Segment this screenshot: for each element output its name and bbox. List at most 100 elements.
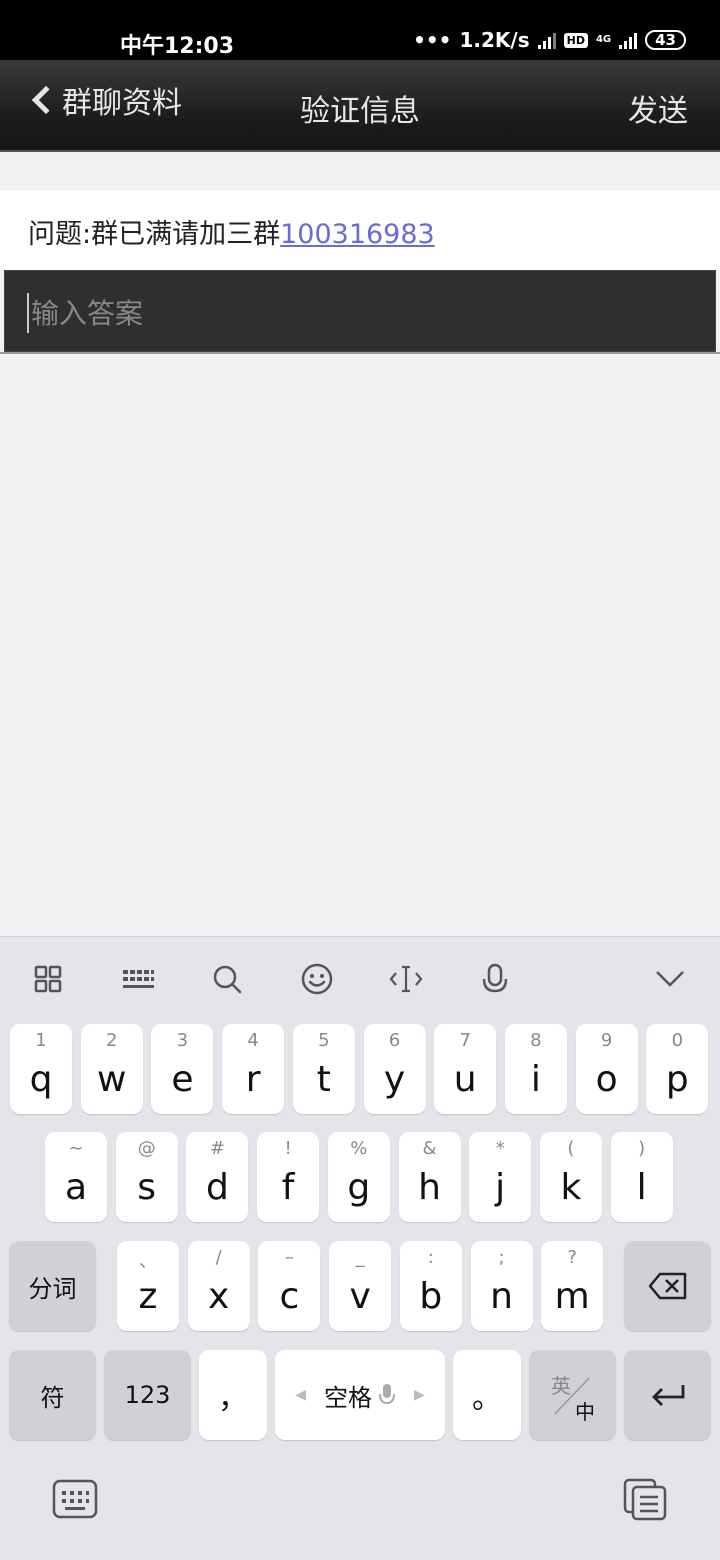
key-main-label: r — [245, 1059, 261, 1100]
key-m[interactable]: ? m — [541, 1241, 604, 1331]
key-sub-label: ? — [567, 1247, 577, 1268]
send-button[interactable]: 发送 — [628, 86, 688, 130]
key-o[interactable]: 9o — [575, 1024, 638, 1114]
key-main-label: t — [316, 1059, 331, 1100]
key-sub-label: / — [215, 1247, 222, 1268]
key-sub-label: – — [284, 1247, 294, 1268]
space-label: 空格 — [324, 1383, 372, 1412]
comma-label: ， — [218, 1381, 248, 1416]
key-j[interactable]: * j — [469, 1132, 532, 1222]
key-sub-label: 9 — [600, 1030, 613, 1051]
key-main-label: u — [453, 1059, 477, 1100]
key-c[interactable]: – c — [258, 1241, 321, 1331]
key-main-label: z — [138, 1276, 158, 1317]
backspace-icon — [648, 1272, 686, 1300]
key-sub-label: ~ — [68, 1138, 84, 1159]
collapse-chevron-icon[interactable] — [652, 961, 688, 997]
keyboard-switch-icon[interactable] — [52, 1479, 98, 1519]
key-sub-label: ; — [498, 1247, 505, 1268]
key-l[interactable]: ) l — [610, 1132, 673, 1222]
cursor-icon[interactable] — [388, 961, 424, 997]
key-main-label: x — [208, 1276, 230, 1317]
emoji-icon[interactable] — [299, 961, 335, 997]
enter-key[interactable] — [624, 1350, 711, 1440]
key-g[interactable]: % g — [327, 1132, 390, 1222]
symbol-key[interactable]: 符 — [9, 1350, 96, 1440]
enter-icon — [651, 1385, 684, 1406]
signal-4g-icon — [619, 31, 638, 49]
key-main-label: p — [665, 1059, 689, 1100]
key-sub-label: : — [427, 1247, 434, 1268]
lang-slash-icon — [554, 1377, 590, 1415]
microphone-icon[interactable] — [477, 961, 513, 997]
fenci-key[interactable]: 分词 — [9, 1241, 96, 1331]
space-mic-icon — [379, 1384, 395, 1405]
question-prefix: 问题:群已满请加三群 — [28, 219, 281, 250]
number-key[interactable]: 123 — [104, 1350, 191, 1440]
key-sub-label: 6 — [388, 1030, 401, 1051]
key-sub-label: @ — [137, 1138, 156, 1159]
key-y[interactable]: 6y — [363, 1024, 426, 1114]
apps-grid-icon[interactable] — [30, 961, 66, 997]
comma-key[interactable]: ， — [199, 1350, 267, 1440]
key-k[interactable]: (k — [539, 1132, 602, 1222]
signal-icon — [537, 31, 556, 49]
space-right-arrow-icon: ▶ — [414, 1387, 425, 1403]
key-sub-label: & — [422, 1138, 437, 1159]
key-sub-label: % — [350, 1138, 368, 1159]
key-sub-label: 8 — [530, 1030, 542, 1051]
group-number-link[interactable]: 100316983 — [280, 219, 435, 250]
key-main-label: s — [137, 1167, 157, 1208]
period-label: 。 — [472, 1381, 502, 1416]
keyboard-toolbar — [0, 937, 720, 1021]
key-e[interactable]: 3e — [151, 1024, 214, 1114]
key-i[interactable]: 8i — [504, 1024, 567, 1114]
fenci-label: 分词 — [28, 1274, 77, 1303]
key-h[interactable]: & h — [398, 1132, 461, 1222]
key-b[interactable]: :b — [399, 1241, 462, 1331]
key-main-label: g — [347, 1167, 371, 1208]
key-main-label: f — [281, 1167, 295, 1208]
key-z[interactable]: 、 z — [117, 1241, 179, 1331]
key-r[interactable]: 4r — [222, 1024, 285, 1114]
language-switch-key[interactable]: 英 中 — [529, 1350, 616, 1440]
key-main-label: q — [29, 1059, 53, 1100]
key-main-label: h — [418, 1167, 441, 1208]
key-main-label: m — [554, 1276, 590, 1317]
clipboard-icon[interactable] — [622, 1477, 668, 1521]
key-p[interactable]: 0p — [646, 1024, 709, 1114]
key-x[interactable]: / x — [187, 1241, 250, 1331]
key-sub-label: 3 — [176, 1030, 189, 1051]
keyboard-layout-icon[interactable] — [120, 961, 156, 997]
key-sub-label: 1 — [35, 1030, 47, 1051]
key-f[interactable]: ! f — [257, 1132, 320, 1222]
space-key[interactable]: ◀ 空格 ▶ — [275, 1350, 445, 1440]
key-sub-label: _ — [355, 1247, 365, 1268]
key-main-label: k — [560, 1167, 582, 1208]
key-u[interactable]: 7u — [434, 1024, 497, 1114]
key-main-label: b — [419, 1276, 443, 1317]
search-icon[interactable] — [209, 961, 245, 997]
key-main-label: a — [64, 1167, 88, 1208]
key-t[interactable]: 5t — [292, 1024, 355, 1114]
key-d[interactable]: # d — [186, 1132, 249, 1222]
answer-input[interactable] — [27, 293, 687, 333]
net-speed: 1.2K/s — [459, 28, 530, 52]
key-q[interactable]: 1q — [10, 1024, 72, 1114]
key-sub-label: 7 — [459, 1030, 471, 1051]
key-sub-label: ) — [638, 1138, 646, 1159]
key-main-label: y — [383, 1059, 406, 1100]
key-n[interactable]: ; n — [470, 1241, 533, 1331]
backspace-key[interactable] — [624, 1241, 711, 1331]
key-v[interactable]: _ v — [329, 1241, 392, 1331]
key-sub-label: 5 — [318, 1030, 330, 1051]
status-time: 中午12:03 — [120, 34, 235, 59]
key-sub-label: 2 — [105, 1030, 118, 1051]
key-a[interactable]: ~ a — [45, 1132, 107, 1222]
more-dots-icon: ••• — [413, 28, 452, 52]
key-w[interactable]: 2w — [80, 1024, 143, 1114]
key-sub-label: * — [495, 1138, 505, 1159]
key-main-label: d — [205, 1167, 229, 1208]
period-key[interactable]: 。 — [453, 1350, 521, 1440]
key-s[interactable]: @ s — [115, 1132, 178, 1222]
